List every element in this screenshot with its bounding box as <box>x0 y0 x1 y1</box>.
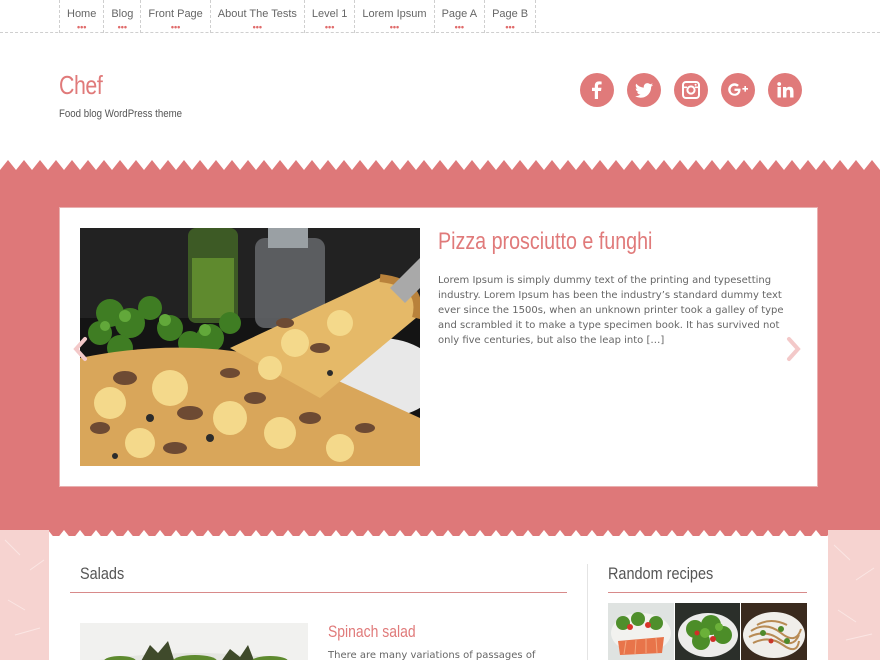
main-content: Salads Spinach salad There are many vari… <box>49 536 828 660</box>
menu-dots: ••• <box>389 22 400 32</box>
google-plus-button[interactable] <box>721 73 755 107</box>
top-navigation: Home ••• Blog ••• Front Page ••• About The … <box>0 0 880 33</box>
section-divider <box>70 592 567 593</box>
menu-item-page-b[interactable]: Page B ••• <box>484 0 537 33</box>
menu-dots: ••• <box>252 22 263 32</box>
menu-dots: ••• <box>324 22 335 32</box>
widget-divider <box>608 592 807 593</box>
slider-prev-button[interactable] <box>72 336 88 362</box>
menu-item-page-a[interactable]: Page A ••• <box>433 0 484 33</box>
linkedin-button[interactable] <box>768 73 802 107</box>
menu-dots: ••• <box>170 22 181 32</box>
featured-slider: Pizza prosciutto e funghi Lorem Ipsum is… <box>59 207 818 487</box>
facebook-button[interactable] <box>580 73 614 107</box>
menu-item-label: Front Page <box>148 8 203 20</box>
menu-dots: ••• <box>117 22 128 32</box>
slider-next-button[interactable] <box>786 336 802 362</box>
facebook-icon <box>592 81 602 99</box>
instagram-button[interactable] <box>674 73 708 107</box>
menu-dots: ••• <box>505 22 515 32</box>
site-tagline: Food blog WordPress theme <box>59 108 183 120</box>
twitter-icon <box>635 82 653 98</box>
menu-item-lorem-ipsum[interactable]: Lorem Ipsum ••• <box>354 0 433 33</box>
menu-item-label: Page A <box>441 8 478 20</box>
spinach-salad-photo[interactable] <box>80 623 308 660</box>
noodle-dish-image <box>741 603 808 660</box>
slide-title[interactable]: Pizza prosciutto e funghi <box>438 228 652 256</box>
twitter-button[interactable] <box>627 73 661 107</box>
menu-item-label: Level 1 <box>311 8 348 20</box>
linkedin-icon <box>776 82 793 98</box>
menu-item-label: Home <box>67 8 97 20</box>
pizza-image <box>80 228 420 466</box>
spinach-salad-image <box>80 623 308 660</box>
paper-texture-right <box>828 530 880 660</box>
column-divider <box>587 564 588 660</box>
section-title-salads[interactable]: Salads <box>80 564 124 584</box>
main-menu: Home ••• Blog ••• Front Page ••• About The … <box>59 0 537 33</box>
post-title[interactable]: Spinach salad <box>328 622 416 642</box>
social-links <box>580 73 802 107</box>
menu-item-label: Page B <box>492 8 529 20</box>
menu-item-front-page[interactable]: Front Page ••• <box>140 0 209 33</box>
recipe-thumb-noodles[interactable] <box>741 603 808 660</box>
post-excerpt: There are many variations of passages of <box>328 650 536 660</box>
chevron-right-icon <box>787 337 801 361</box>
pizza-photo[interactable] <box>80 228 420 466</box>
widget-title-random-recipes: Random recipes <box>608 564 714 583</box>
slide-excerpt: Lorem Ipsum is simply dummy text of the … <box>438 275 784 346</box>
random-recipes-grid <box>608 603 808 660</box>
menu-dots: ••• <box>454 22 465 32</box>
site-title[interactable]: Chef <box>59 70 103 101</box>
menu-item-label: About The Tests <box>217 8 297 20</box>
salmon-salad-image <box>608 603 674 660</box>
instagram-icon <box>682 81 700 99</box>
recipe-thumb-green-salad[interactable] <box>674 603 741 660</box>
green-salad-image <box>674 603 741 660</box>
menu-dots: ••• <box>76 22 87 32</box>
menu-item-label: Blog <box>111 8 134 20</box>
menu-item-label: Lorem Ipsum <box>362 8 427 20</box>
menu-item-blog[interactable]: Blog ••• <box>103 0 140 33</box>
paper-texture-left <box>0 530 49 660</box>
recipe-thumb-salmon[interactable] <box>608 603 674 660</box>
menu-item-level-1[interactable]: Level 1 ••• <box>303 0 354 33</box>
menu-item-home[interactable]: Home ••• <box>59 0 103 33</box>
google-plus-icon <box>728 83 748 96</box>
menu-item-about-the-tests[interactable]: About The Tests ••• <box>209 0 304 33</box>
chevron-left-icon <box>73 337 87 361</box>
